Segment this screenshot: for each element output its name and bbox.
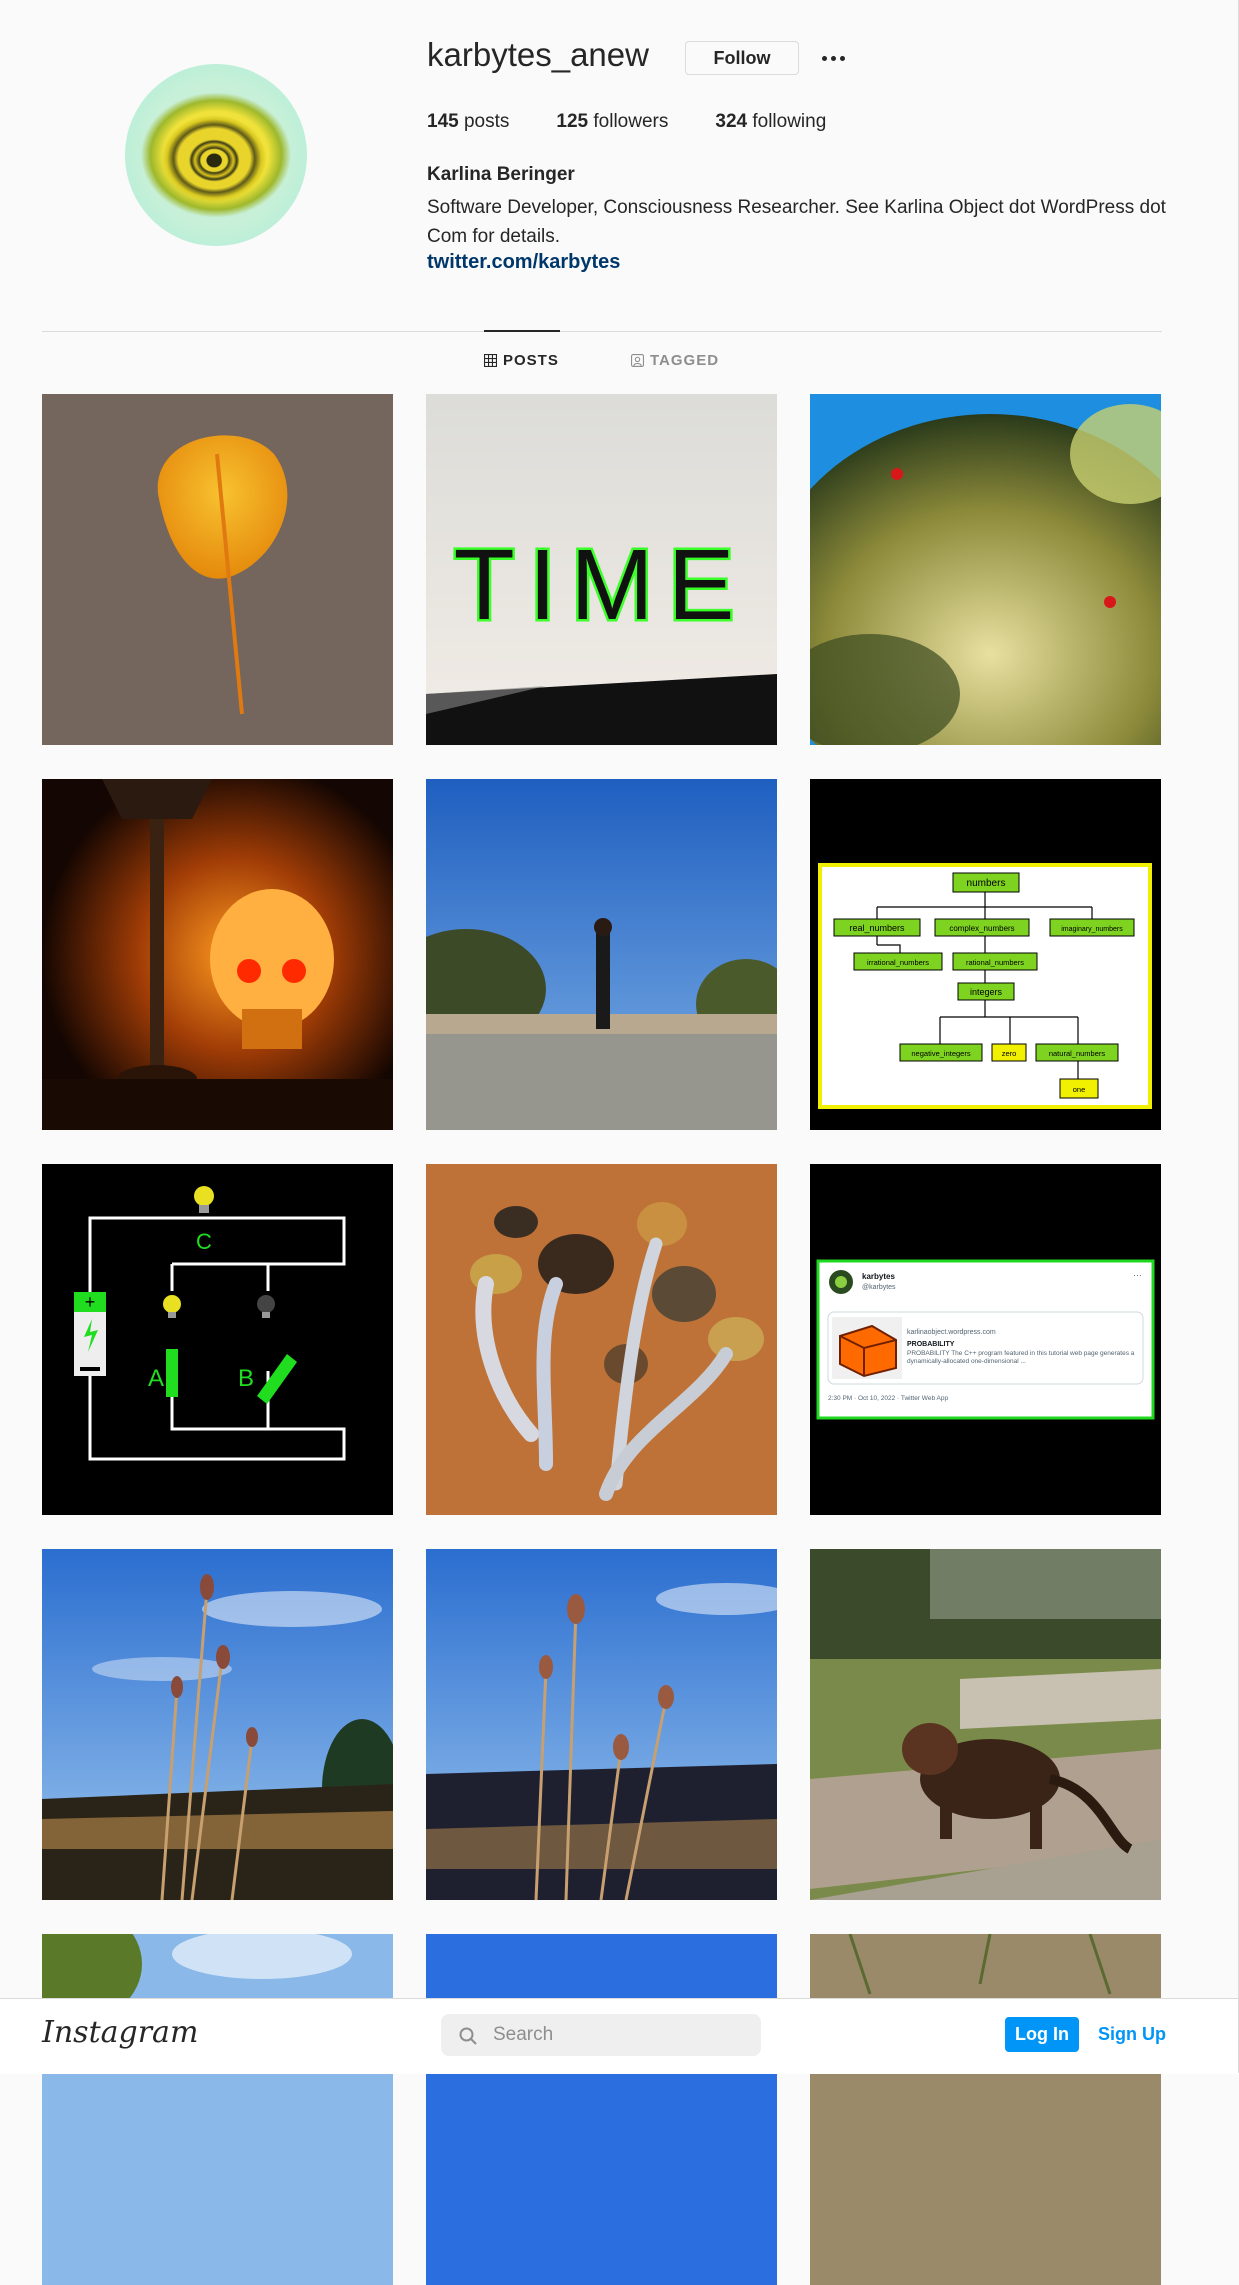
stat-followers[interactable]: 125 followers (556, 111, 668, 133)
post-tortoiseshell-cat[interactable] (810, 1549, 1161, 1900)
follow-button[interactable]: Follow (685, 41, 799, 75)
tweet-image: karbytes @karbytes ··· karlinaobject.wor… (810, 1164, 1161, 1515)
profile-full-name: Karlina Beringer (427, 164, 575, 185)
tabs-divider (42, 331, 1162, 332)
post-tweet-screenshot[interactable]: karbytes @karbytes ··· karlinaobject.wor… (810, 1164, 1161, 1515)
profile-avatar[interactable] (125, 64, 307, 246)
diagram-real-numbers: real_numbers (849, 923, 905, 933)
tag-icon (631, 354, 644, 367)
post-yellow-leaf[interactable] (42, 394, 393, 745)
stat-posts: 145 posts (427, 111, 509, 133)
bottom-bar: Instagram Search Log In Sign Up (0, 1998, 1238, 2074)
following-label: following (752, 111, 827, 132)
profile-bio: Software Developer, Consciousness Resear… (427, 197, 1166, 247)
post-teasel-field-1[interactable] (42, 1549, 393, 1900)
circuit-image: + A B C (42, 1164, 393, 1515)
post-number-diagram[interactable]: numbers real_numbers complex_numbers ima… (810, 779, 1161, 1130)
tweet-card-body: PROBABILITY The C++ program featured in … (907, 1350, 1135, 1365)
blue-sky-image (426, 1934, 777, 2285)
svg-text:···: ··· (1133, 1270, 1142, 1280)
time-text: TIME (454, 529, 749, 641)
post-dry-grass[interactable] (810, 1934, 1161, 2285)
teasel-image-1 (42, 1549, 393, 1900)
diagram-zero: zero (1002, 1049, 1017, 1058)
circuit-label-a: A (148, 1365, 164, 1392)
tweet-card-domain: karlinaobject.wordpress.com (907, 1329, 996, 1336)
diagram-integers: integers (970, 987, 1003, 997)
tweet-card-title: PROBABILITY (907, 1341, 955, 1348)
bush-image (810, 394, 1161, 745)
signup-link[interactable]: Sign Up (1098, 2024, 1166, 2045)
skull-lamp-image (42, 779, 393, 1130)
posts-count: 145 (427, 111, 459, 132)
post-time-text[interactable]: TIME (426, 394, 777, 745)
circuit-label-b: B (238, 1365, 254, 1392)
search-input[interactable]: Search (441, 2014, 761, 2056)
following-count: 324 (715, 111, 748, 132)
tab-tagged[interactable]: TAGGED (631, 352, 719, 369)
followers-count: 125 (556, 111, 589, 132)
post-skull-lamp[interactable] (42, 779, 393, 1130)
instagram-logo[interactable]: Instagram (42, 2015, 198, 2050)
dry-grass-image (810, 1934, 1161, 2285)
post-teasel-field-2[interactable] (426, 1549, 777, 1900)
search-placeholder: Search (493, 2024, 554, 2045)
followers-label: followers (593, 111, 669, 132)
diagram-irrational-numbers: irrational_numbers (867, 958, 929, 967)
post-circuit-diagram[interactable]: + A B C (42, 1164, 393, 1515)
cat-image (810, 1549, 1161, 1900)
diagram-complex-numbers: complex_numbers (949, 924, 1014, 933)
yellow-leaf-image (42, 394, 393, 745)
stat-following[interactable]: 324 following (715, 111, 826, 133)
tweet-footer: 2:30 PM · Oct 10, 2022 · Twitter Web App (828, 1395, 948, 1402)
hiker-image (426, 779, 777, 1130)
diagram-rational-numbers: rational_numbers (966, 958, 1024, 967)
circuit-label-c: C (196, 1229, 212, 1254)
tweet-name: karbytes (862, 1272, 895, 1281)
profile-stats: 145 posts 125 followers 324 following (427, 111, 873, 133)
grid-icon (484, 354, 497, 367)
tab-tagged-label: TAGGED (650, 352, 720, 369)
more-icon[interactable] (817, 43, 851, 73)
post-mushrooms[interactable] (426, 1164, 777, 1515)
posts-label: posts (463, 111, 510, 132)
mushrooms-image (426, 1164, 777, 1515)
post-hiker-landscape[interactable] (426, 779, 777, 1130)
number-diagram-image: numbers real_numbers complex_numbers ima… (810, 779, 1161, 1130)
tab-posts[interactable]: POSTS (484, 352, 559, 369)
tweet-handle: @karbytes (862, 1284, 896, 1291)
diagram-one: one (1073, 1085, 1086, 1094)
search-icon (459, 2027, 477, 2045)
tree-sky-image (42, 1934, 393, 2285)
diagram-numbers: numbers (967, 878, 1006, 889)
diagram-imaginary-numbers: imaginary_numbers (1061, 926, 1123, 933)
tab-posts-label: POSTS (503, 352, 559, 369)
post-blue-sky[interactable] (426, 1934, 777, 2285)
profile-link[interactable]: twitter.com/karbytes (427, 251, 620, 274)
svg-text:+: + (85, 1292, 96, 1312)
post-flowering-bush[interactable] (810, 394, 1161, 745)
diagram-natural-numbers: natural_numbers (1049, 1049, 1106, 1058)
login-button[interactable]: Log In (1005, 2017, 1079, 2052)
teasel-image-2 (426, 1549, 777, 1900)
diagram-negative-integers: negative_integers (911, 1049, 970, 1058)
post-tree-sky[interactable] (42, 1934, 393, 2285)
profile-username: karbytes_anew (427, 36, 649, 73)
time-image: TIME (426, 394, 777, 745)
active-tab-indicator (484, 330, 560, 332)
